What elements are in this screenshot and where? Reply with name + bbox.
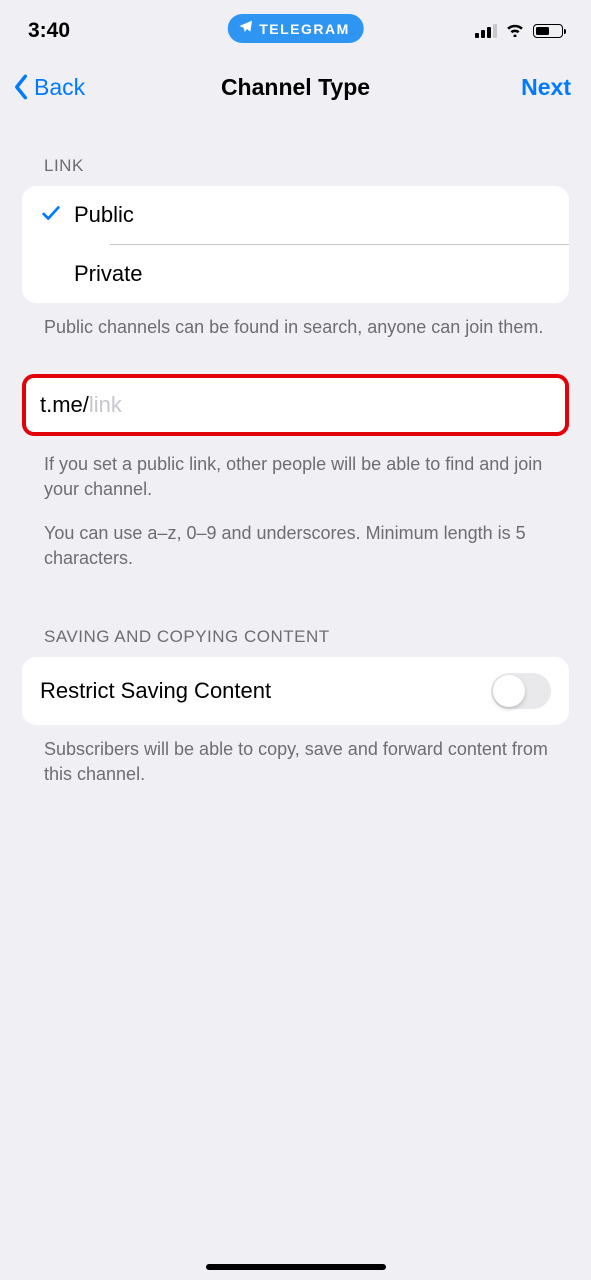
public-link-field[interactable]: t.me/	[22, 374, 569, 436]
nav-bar: Back Channel Type Next	[0, 50, 591, 128]
toggle-knob	[493, 675, 525, 707]
link-footer-2: You can use a–z, 0–9 and underscores. Mi…	[0, 503, 591, 571]
restrict-saving-label: Restrict Saving Content	[40, 678, 271, 704]
link-prefix: t.me/	[40, 392, 89, 418]
home-indicator[interactable]	[206, 1264, 386, 1270]
saving-section-header: SAVING AND COPYING CONTENT	[0, 627, 591, 657]
cellular-icon	[475, 24, 497, 38]
status-app-label: TELEGRAM	[259, 21, 350, 37]
page-title: Channel Type	[221, 74, 370, 101]
battery-icon	[533, 24, 563, 38]
option-public[interactable]: Public	[22, 186, 569, 244]
back-button[interactable]: Back	[10, 72, 85, 102]
channel-type-list: Public Private	[22, 186, 569, 303]
link-input[interactable]	[89, 392, 551, 418]
telegram-icon	[237, 19, 253, 38]
restrict-saving-toggle[interactable]	[491, 673, 551, 709]
saving-section-footer: Subscribers will be able to copy, save a…	[0, 725, 591, 787]
status-bar: 3:40 TELEGRAM	[0, 0, 591, 50]
link-section-footer: Public channels can be found in search, …	[0, 303, 591, 340]
back-label: Back	[34, 74, 85, 101]
link-footer-1: If you set a public link, other people w…	[0, 436, 591, 502]
status-time: 3:40	[28, 19, 70, 43]
restrict-saving-row: Restrict Saving Content	[22, 657, 569, 725]
option-private[interactable]: Private	[22, 245, 569, 303]
status-indicators	[475, 21, 563, 42]
option-public-label: Public	[74, 186, 551, 244]
status-app-pill: TELEGRAM	[227, 14, 364, 43]
link-section-header: LINK	[0, 156, 591, 186]
wifi-icon	[505, 21, 525, 42]
checkmark-icon	[40, 202, 62, 229]
next-button[interactable]: Next	[521, 74, 571, 101]
option-private-label: Private	[74, 245, 551, 303]
